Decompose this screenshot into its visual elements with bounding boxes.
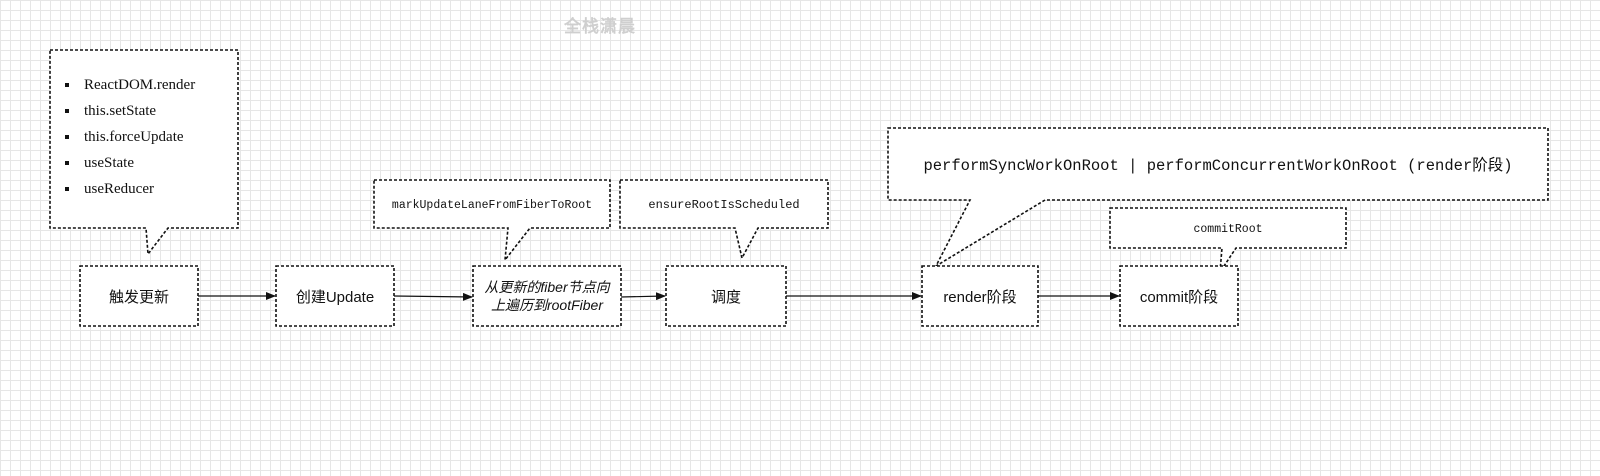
render-phase-node: render阶段: [943, 288, 1017, 306]
perform-work-callout-label: performSyncWorkOnRoot | performConcurren…: [923, 157, 1513, 175]
mark-update-callout-label: markUpdateLaneFromFiberToRoot: [391, 198, 593, 212]
bubble-up-line-1: 从更新的fiber节点向: [484, 279, 610, 295]
mark-update-callout-shape: [373, 179, 611, 263]
trigger-item: useState: [80, 150, 195, 176]
trigger-list: ReactDOM.render this.setState this.force…: [62, 72, 195, 202]
trigger-item: this.forceUpdate: [80, 124, 195, 150]
ensure-root-callout-label: ensureRootIsScheduled: [648, 198, 800, 212]
trigger-item: this.setState: [80, 98, 195, 124]
arrow-bubble-to-schedule: [620, 292, 666, 301]
commit-root-callout-label: commitRoot: [1193, 222, 1263, 236]
trigger-item: ReactDOM.render: [80, 72, 195, 98]
arrow-create-to-bubble: [393, 292, 473, 301]
bubble-up-node: 从更新的fiber节点向 上遍历到rootFiber: [473, 266, 621, 326]
bubble-up-line-2: 上遍历到rootFiber: [490, 297, 604, 313]
create-update-node: 创建Update: [295, 288, 375, 306]
trigger-update-node: 触发更新: [108, 288, 169, 306]
commit-phase-node: commit阶段: [1139, 288, 1219, 306]
watermark: 全栈潇晨: [564, 17, 636, 37]
trigger-item: useReducer: [80, 176, 195, 202]
flow-diagram: [49, 49, 1549, 327]
schedule-node: 调度: [710, 288, 741, 306]
ensure-root-callout-shape: [619, 179, 829, 261]
